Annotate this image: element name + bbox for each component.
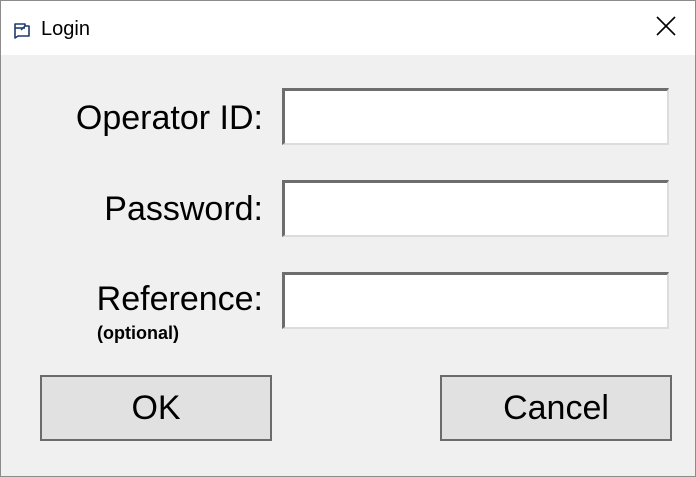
close-button[interactable]	[637, 1, 695, 55]
operator-id-field[interactable]	[282, 88, 669, 145]
close-icon	[655, 15, 677, 42]
password-field[interactable]	[282, 180, 669, 237]
reference-label: Reference:	[96, 280, 263, 318]
title-bar[interactable]: Login	[1, 1, 695, 55]
cancel-button[interactable]: Cancel	[440, 375, 672, 441]
password-label: Password:	[104, 190, 263, 228]
reference-field[interactable]	[282, 272, 669, 329]
ok-button[interactable]: OK	[40, 375, 272, 441]
login-dialog: Login Operator ID: Password: Reference: …	[0, 0, 696, 477]
window-title: Login	[41, 18, 90, 40]
dialog-window-icon	[13, 21, 31, 39]
operator-id-label: Operator ID:	[75, 99, 263, 137]
reference-optional-hint: (optional)	[97, 323, 179, 343]
